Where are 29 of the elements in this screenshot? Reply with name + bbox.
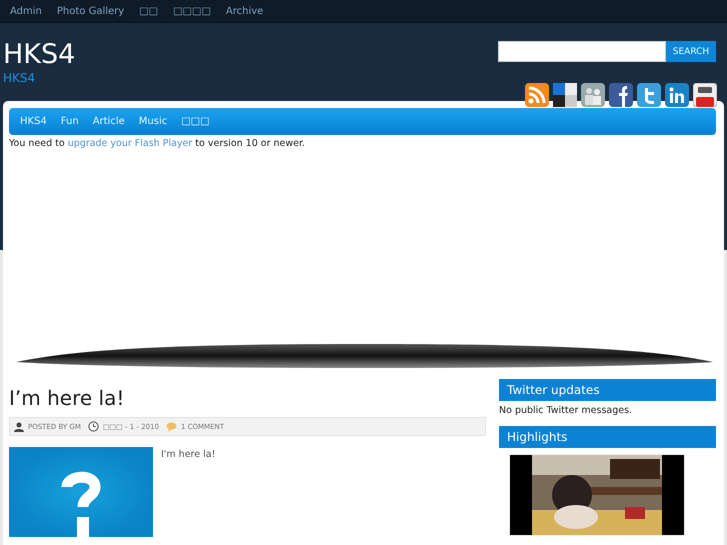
nav-link[interactable]: Article — [92, 116, 125, 127]
clock-icon — [88, 421, 99, 432]
bird-icon[interactable] — [637, 83, 661, 107]
linkedin-icon[interactable] — [665, 83, 689, 107]
top-menu-link[interactable]: Archive — [226, 6, 264, 16]
flash-notice: You need to upgrade your Flash Player to version 10 or newer. — [9, 138, 306, 149]
facebook-icon[interactable] — [609, 83, 633, 107]
nav-link[interactable]: Music — [138, 116, 168, 127]
nav-link[interactable]: Fun — [60, 116, 79, 127]
post-title[interactable]: I’m here la! — [9, 385, 486, 411]
nav-link[interactable]: HKS4 — [20, 116, 47, 127]
widget-heading: Twitter updates — [499, 379, 716, 401]
widget-heading: Highlights — [499, 426, 716, 448]
site-title[interactable]: HKS4 — [3, 39, 76, 71]
comment-icon — [166, 422, 177, 432]
top-menu-link[interactable]: Photo Gallery — [56, 6, 124, 16]
top-menu-link[interactable]: □□ — [139, 6, 158, 16]
squares-icon[interactable] — [553, 83, 577, 107]
flash-upgrade-link[interactable]: upgrade your Flash Player — [68, 138, 192, 149]
post-body: I'm here la! — [161, 448, 216, 462]
widget-text: No public Twitter messages. — [499, 405, 634, 416]
site-tagline: HKS4 — [3, 71, 36, 85]
user-icon — [14, 422, 24, 432]
nav-link[interactable]: □□□ — [181, 116, 210, 127]
search-field[interactable] — [498, 41, 666, 62]
video-icon[interactable] — [693, 83, 717, 107]
top-menu-link[interactable]: □□□□ — [173, 6, 211, 16]
search-button[interactable]: SEARCH — [666, 41, 716, 62]
top-menu-link[interactable]: Admin — [10, 6, 42, 16]
